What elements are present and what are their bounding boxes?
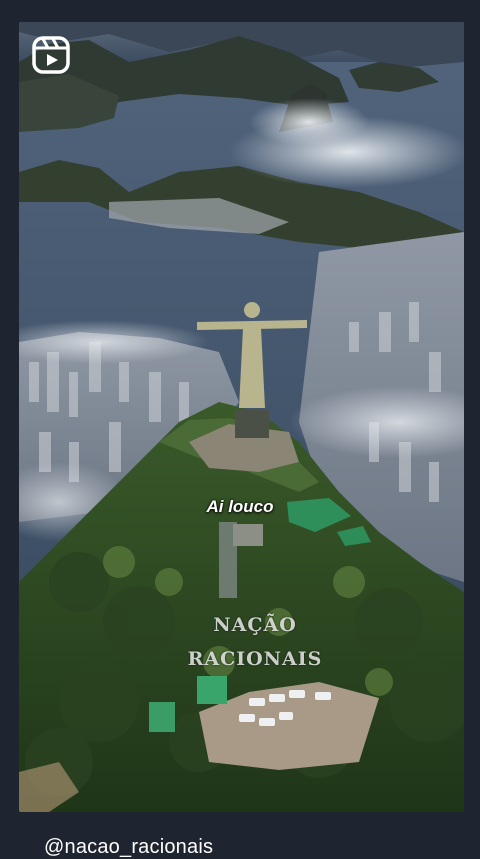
video-caption-overlay: Ai louco <box>206 497 274 516</box>
watermark-line-2: RACIONAIS <box>187 648 323 670</box>
watermark-line-1: NAÇÃO <box>213 614 297 636</box>
reel-video-frame[interactable] <box>19 22 464 812</box>
reels-icon[interactable] <box>32 36 70 74</box>
account-username[interactable]: @nacao_racionais <box>44 836 213 859</box>
rio-aerial-photo <box>19 22 464 812</box>
